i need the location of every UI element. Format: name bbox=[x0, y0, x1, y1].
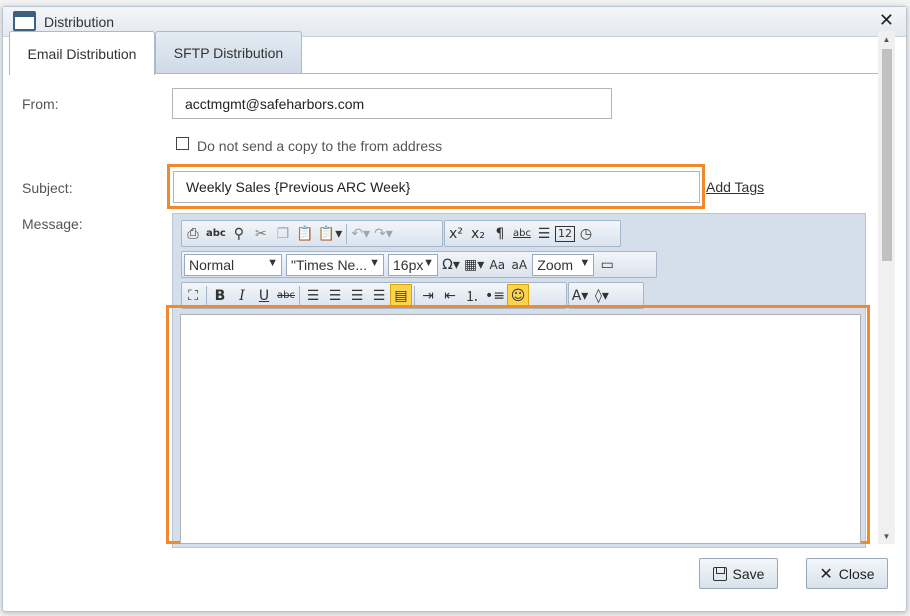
align-center-icon[interactable]: ☰ bbox=[324, 284, 346, 307]
subject-label: Subject: bbox=[22, 180, 73, 196]
strikethrough-icon[interactable]: abc bbox=[275, 284, 297, 307]
size-select[interactable]: 16px ▼ bbox=[388, 253, 438, 276]
scroll-thumb[interactable] bbox=[882, 49, 892, 261]
font-color-icon[interactable]: A▾ bbox=[569, 284, 591, 307]
paste-icon[interactable]: 📋 bbox=[294, 222, 316, 245]
screen-icon[interactable]: ▭ bbox=[596, 253, 618, 276]
superscript-icon[interactable]: x² bbox=[445, 222, 467, 245]
zoom-select[interactable]: Zoom ▼ bbox=[532, 253, 595, 276]
special-char-icon[interactable]: Ω▾ bbox=[440, 253, 462, 276]
fullscreen-icon[interactable]: ⛶ bbox=[182, 284, 204, 307]
toolbar-separator bbox=[414, 285, 415, 306]
close-button[interactable]: ✕ Close bbox=[806, 558, 888, 589]
redo-icon[interactable]: ↷▾ bbox=[372, 222, 395, 245]
toolbar-separator bbox=[346, 223, 348, 244]
justify-icon[interactable]: ☰ bbox=[368, 284, 390, 307]
format-icon[interactable]: abc bbox=[511, 222, 533, 245]
time-icon[interactable]: ◷ bbox=[575, 222, 597, 245]
format-select-value: Normal bbox=[189, 256, 235, 273]
chevron-down-icon: ▼ bbox=[423, 256, 434, 269]
font-select-value: "Times Ne... bbox=[291, 256, 368, 273]
indent-icon[interactable]: ⇥ bbox=[417, 284, 439, 307]
save-button-label: Save bbox=[732, 565, 765, 582]
subscript-icon[interactable]: x₂ bbox=[467, 222, 489, 245]
no-copy-checkbox[interactable] bbox=[176, 137, 189, 150]
close-icon: ✕ bbox=[819, 565, 833, 583]
clear-format-icon[interactable]: ▤ bbox=[390, 284, 412, 307]
window-icon bbox=[13, 11, 36, 31]
italic-icon[interactable]: I bbox=[231, 284, 253, 307]
track-changes-icon[interactable]: ☺ bbox=[507, 284, 529, 307]
dialog-title: Distribution bbox=[44, 14, 115, 30]
table-icon[interactable]: ▦▾ bbox=[462, 253, 486, 276]
close-icon[interactable]: ✕ bbox=[879, 10, 894, 31]
zoom-select-value: Zoom bbox=[537, 256, 574, 273]
align-left-icon[interactable]: ☰ bbox=[302, 284, 324, 307]
cut-icon[interactable]: ✂ bbox=[250, 222, 272, 245]
underline-icon[interactable]: U bbox=[253, 284, 275, 307]
save-icon bbox=[712, 566, 727, 581]
toolbar-group-font: Normal ▼ "Times Ne... ▼ 16px ▼ Ω▾ ▦▾ Aa aA … bbox=[181, 251, 657, 278]
align-icon[interactable]: ☰ bbox=[533, 222, 555, 245]
outdent-icon[interactable]: ⇤ bbox=[439, 284, 461, 307]
font-select[interactable]: "Times Ne... ▼ bbox=[286, 253, 384, 276]
font-size-up-icon[interactable]: Aa bbox=[486, 253, 508, 276]
format-select[interactable]: Normal ▼ bbox=[184, 253, 282, 276]
message-label: Message: bbox=[22, 216, 83, 232]
date-icon[interactable]: 12 bbox=[555, 225, 575, 242]
add-tags-link[interactable]: Add Tags bbox=[706, 179, 764, 195]
message-body-input[interactable] bbox=[180, 314, 861, 544]
copy-icon[interactable]: ❐ bbox=[272, 222, 294, 245]
size-select-value: 16px bbox=[393, 256, 424, 273]
highlight-icon[interactable]: ◊▾ bbox=[591, 284, 613, 307]
toolbar-separator bbox=[299, 285, 300, 306]
scroll-up-icon[interactable]: ▲ bbox=[878, 33, 895, 47]
font-size-down-icon[interactable]: aA bbox=[508, 253, 530, 276]
find-icon[interactable]: ⚲ bbox=[228, 222, 250, 245]
toolbar-group-insert: x² x₂ ¶ abc ☰ 12 ◷ bbox=[444, 220, 621, 247]
ordered-list-icon[interactable]: ⒈ bbox=[461, 284, 483, 307]
no-copy-checkbox-label: Do not send a copy to the from address bbox=[197, 138, 443, 154]
spellcheck-icon[interactable]: abc bbox=[204, 222, 228, 245]
from-field[interactable]: acctmgmt@safeharbors.com bbox=[172, 88, 612, 119]
vertical-scrollbar[interactable]: ▲ ▼ bbox=[878, 31, 895, 544]
scroll-down-icon[interactable]: ▼ bbox=[878, 530, 895, 544]
chevron-down-icon: ▼ bbox=[369, 256, 380, 269]
bold-icon[interactable]: B bbox=[209, 284, 231, 307]
toolbar-separator bbox=[206, 285, 207, 306]
close-button-label: Close bbox=[838, 565, 875, 582]
toolbar-group-edit: ⎙ abc ⚲ ✂ ❐ 📋 📋▾ ↶▾ ↷▾ bbox=[181, 220, 443, 247]
paste-special-icon[interactable]: 📋▾ bbox=[316, 222, 344, 245]
subject-field[interactable]: Weekly Sales {Previous ARC Week} bbox=[173, 171, 700, 203]
print-icon[interactable]: ⎙ bbox=[182, 222, 204, 245]
tab-email-distribution[interactable]: Email Distribution bbox=[9, 31, 155, 75]
undo-icon[interactable]: ↶▾ bbox=[349, 222, 372, 245]
chevron-down-icon: ▼ bbox=[267, 256, 278, 269]
tab-sftp-distribution[interactable]: SFTP Distribution bbox=[155, 31, 302, 74]
paragraph-icon[interactable]: ¶ bbox=[489, 222, 511, 245]
save-button[interactable]: Save bbox=[699, 558, 778, 589]
align-right-icon[interactable]: ☰ bbox=[346, 284, 368, 307]
from-label: From: bbox=[22, 96, 59, 112]
unordered-list-icon[interactable]: •≡ bbox=[483, 284, 507, 307]
chevron-down-icon: ▼ bbox=[579, 256, 591, 269]
